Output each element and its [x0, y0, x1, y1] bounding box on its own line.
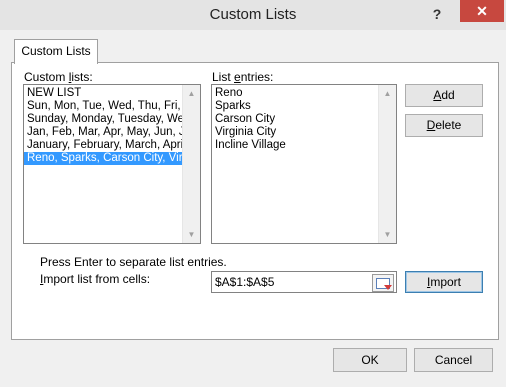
- list-entries-textarea[interactable]: Reno Sparks Carson City Virginia City Inclin…: [211, 84, 397, 244]
- close-button[interactable]: ✕: [460, 0, 504, 22]
- tab-label: Custom Lists: [21, 44, 91, 58]
- list-item[interactable]: Sun, Mon, Tue, Wed, Thu, Fri, S: [24, 100, 183, 113]
- scroll-down-icon[interactable]: ▼: [183, 226, 200, 243]
- list-item[interactable]: NEW LIST: [24, 87, 183, 100]
- label-text: Custom: [24, 70, 69, 84]
- label-text: ists:: [71, 70, 93, 84]
- list-item[interactable]: Sparks: [212, 100, 379, 113]
- help-button[interactable]: ?: [424, 3, 450, 25]
- list-item[interactable]: Reno: [212, 87, 379, 100]
- import-range-value: $A$1:$A$5: [215, 275, 275, 289]
- list-item[interactable]: Virginia City: [212, 126, 379, 139]
- delete-button[interactable]: Delete: [405, 114, 483, 137]
- tab-custom-lists[interactable]: Custom Lists: [14, 39, 98, 64]
- import-label: Import list from cells:: [40, 272, 150, 286]
- list-item[interactable]: January, February, March, Apri: [24, 139, 183, 152]
- scroll-down-icon[interactable]: ▼: [379, 226, 396, 243]
- label-text: List: [212, 70, 235, 84]
- label-text: mport list from cells:: [43, 272, 151, 286]
- scroll-up-icon[interactable]: ▲: [379, 85, 396, 102]
- scroll-up-icon[interactable]: ▲: [183, 85, 200, 102]
- collapse-dialog-icon[interactable]: [372, 274, 394, 292]
- list-item[interactable]: Incline Village: [212, 139, 379, 152]
- ok-button[interactable]: OK: [333, 348, 407, 372]
- title-bar: Custom Lists ? ✕: [0, 0, 506, 30]
- list-item[interactable]: Sunday, Monday, Tuesday, We: [24, 113, 183, 126]
- list-item[interactable]: Reno, Sparks, Carson City, Virc: [24, 152, 183, 165]
- custom-lists-listbox[interactable]: NEW LIST Sun, Mon, Tue, Wed, Thu, Fri, SS…: [23, 84, 201, 244]
- button-label: dd: [441, 88, 455, 102]
- list-entries-scrollbar[interactable]: ▲ ▼: [378, 85, 396, 243]
- import-button[interactable]: Import: [405, 271, 483, 293]
- button-accelerator: D: [426, 118, 436, 132]
- add-button[interactable]: Add: [405, 84, 483, 107]
- label-text: ntries:: [240, 70, 274, 84]
- button-label: elete: [435, 118, 462, 132]
- import-range-input[interactable]: $A$1:$A$5: [211, 271, 397, 293]
- list-item[interactable]: Jan, Feb, Mar, Apr, May, Jun, Ju: [24, 126, 183, 139]
- label-accelerator: e: [234, 70, 241, 84]
- custom-lists-scrollbar[interactable]: ▲ ▼: [182, 85, 200, 243]
- hint-text: Press Enter to separate list entries.: [40, 255, 227, 269]
- button-label: mport: [430, 275, 462, 289]
- list-entries-label: List entries:: [212, 70, 273, 84]
- cancel-button[interactable]: Cancel: [414, 348, 493, 372]
- custom-lists-label: Custom lists:: [24, 70, 93, 84]
- list-item[interactable]: Carson City: [212, 113, 379, 126]
